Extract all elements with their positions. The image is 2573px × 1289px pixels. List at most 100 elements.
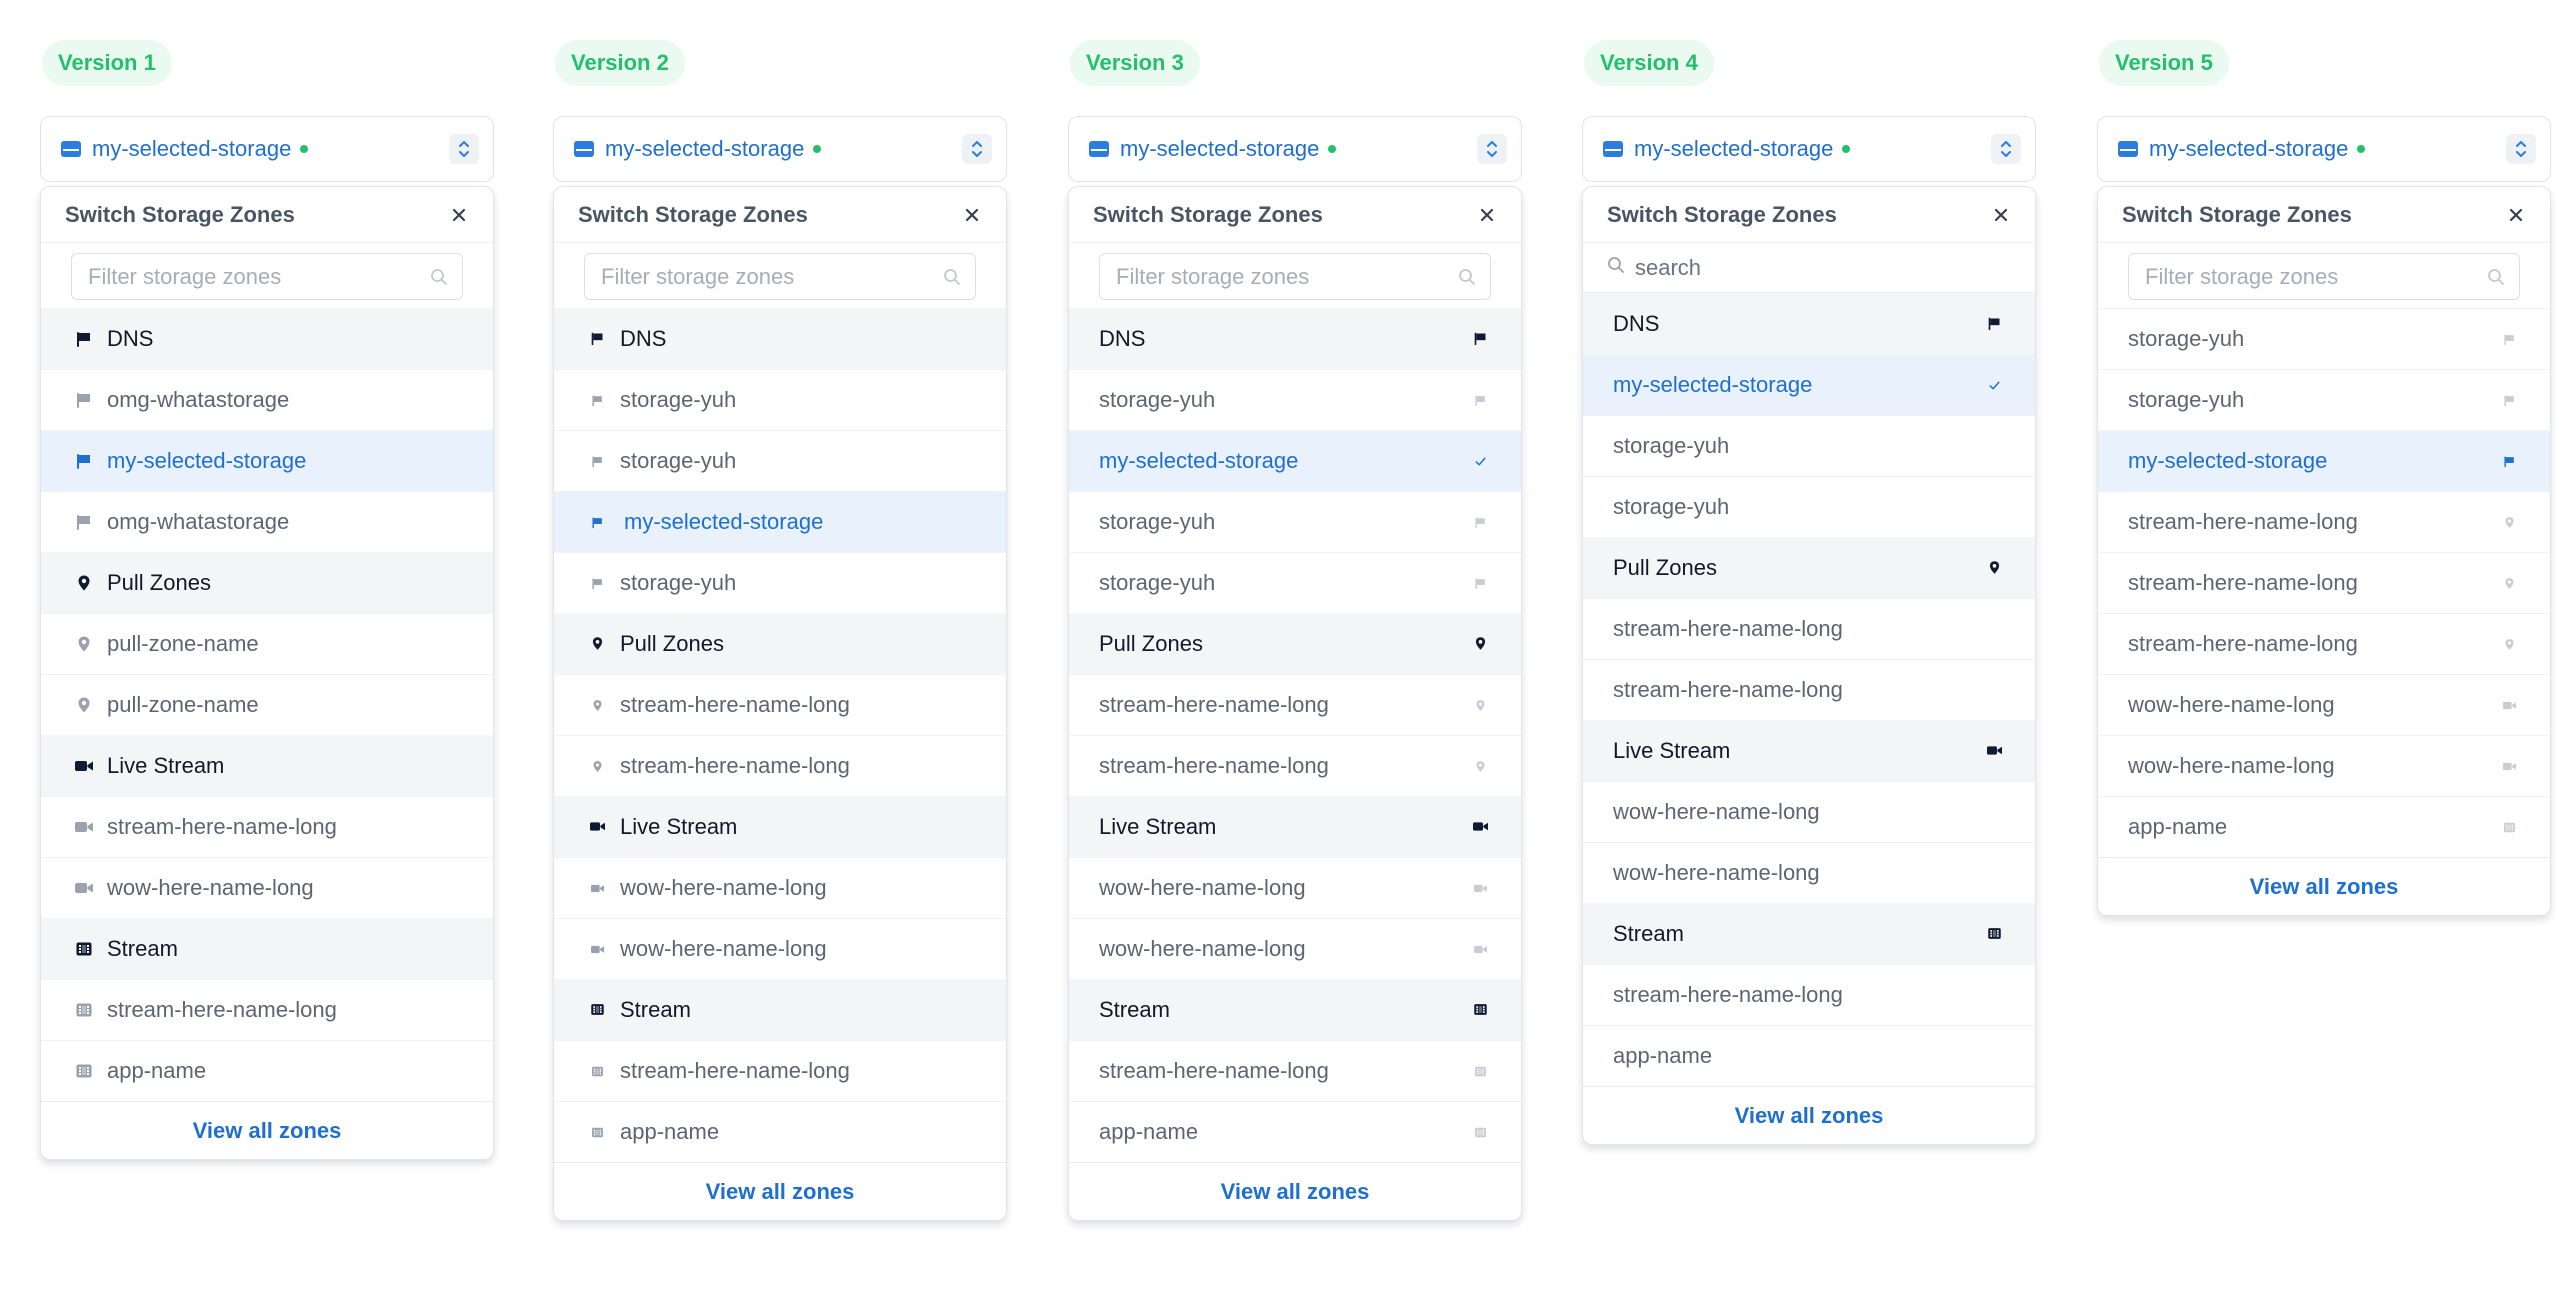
zone-item[interactable]: stream-here-name-long	[1583, 598, 2035, 659]
zone-item[interactable]: stream-here-name-long	[554, 735, 1006, 796]
zone-label: Stream	[1613, 920, 1684, 946]
zone-item[interactable]: wow-here-name-long	[554, 857, 1006, 918]
filter-search-field[interactable]	[2128, 253, 2520, 300]
zone-item[interactable]: stream-here-name-long	[41, 979, 493, 1040]
zone-item[interactable]: app-name	[2098, 796, 2550, 857]
storage-zone-selector[interactable]: my-selected-storage	[553, 116, 1007, 182]
zone-item[interactable]: pull-zone-name	[41, 613, 493, 674]
zone-group-header: Pull Zones	[41, 552, 493, 613]
zone-label: wow-here-name-long	[1099, 936, 1306, 961]
filter-input[interactable]	[88, 263, 446, 290]
zone-item[interactable]: app-name	[554, 1101, 1006, 1162]
zone-item-selected[interactable]: my-selected-storage	[41, 430, 493, 491]
zone-item[interactable]: storage-yuh	[1069, 491, 1521, 552]
zone-item[interactable]: app-name	[1583, 1025, 2035, 1086]
view-all-zones-link[interactable]: View all zones	[41, 1101, 493, 1159]
zone-item[interactable]: stream-here-name-long	[2098, 552, 2550, 613]
zone-group-header: Pull Zones	[554, 613, 1006, 674]
film-icon	[1469, 1002, 1491, 1017]
zone-item[interactable]: stream-here-name-long	[554, 674, 1006, 735]
filter-input[interactable]	[2145, 263, 2503, 290]
zone-item[interactable]: wow-here-name-long	[2098, 674, 2550, 735]
zone-item[interactable]: wow-here-name-long	[1069, 857, 1521, 918]
zone-item[interactable]: wow-here-name-long	[41, 857, 493, 918]
view-all-zones-link[interactable]: View all zones	[554, 1162, 1006, 1220]
storage-zone-selector[interactable]: my-selected-storage	[2097, 116, 2551, 182]
storage-zone-selector[interactable]: my-selected-storage	[1582, 116, 2036, 182]
chevron-up-down-icon[interactable]	[2506, 134, 2536, 164]
zone-item[interactable]: wow-here-name-long	[1583, 781, 2035, 842]
zone-item[interactable]: stream-here-name-long	[1583, 964, 2035, 1025]
zone-item[interactable]: app-name	[1069, 1101, 1521, 1162]
zone-item[interactable]: storage-yuh	[1583, 415, 2035, 476]
filter-search-field[interactable]	[71, 253, 463, 300]
filter-search-field[interactable]	[1099, 253, 1491, 300]
zone-item[interactable]: wow-here-name-long	[2098, 735, 2550, 796]
zone-item-selected[interactable]: my-selected-storage	[2098, 430, 2550, 491]
view-all-zones-link[interactable]: View all zones	[1583, 1086, 2035, 1144]
filter-input[interactable]	[601, 263, 959, 290]
video-camera-icon	[586, 819, 608, 834]
zone-item[interactable]: storage-yuh	[1069, 552, 1521, 613]
zone-item[interactable]: pull-zone-name	[41, 674, 493, 735]
storage-icon	[1603, 141, 1623, 157]
storage-zone-dropdown: Switch Storage Zones DNS omg-whatastorage…	[40, 186, 494, 1160]
zone-item[interactable]: omg-whatastorage	[41, 491, 493, 552]
zone-item-selected[interactable]: my-selected-storage	[554, 491, 1006, 552]
zone-item[interactable]: storage-yuh	[554, 430, 1006, 491]
zone-label: app-name	[1099, 1119, 1199, 1144]
zone-label: omg-whatastorage	[107, 509, 290, 534]
chevron-up-down-icon[interactable]	[1477, 134, 1507, 164]
zone-item[interactable]: stream-here-name-long	[2098, 613, 2550, 674]
zone-item[interactable]: wow-here-name-long	[1583, 842, 2035, 903]
zone-item[interactable]: stream-here-name-long	[554, 1040, 1006, 1101]
close-icon[interactable]	[1477, 205, 1497, 225]
zone-item[interactable]: wow-here-name-long	[554, 918, 1006, 979]
zone-item[interactable]: storage-yuh	[554, 552, 1006, 613]
film-icon	[586, 1065, 608, 1078]
film-icon	[1469, 1065, 1491, 1078]
zone-item[interactable]: stream-here-name-long	[2098, 491, 2550, 552]
zone-item[interactable]: stream-here-name-long	[1069, 735, 1521, 796]
close-icon[interactable]	[449, 205, 469, 225]
close-icon[interactable]	[1991, 205, 2011, 225]
view-all-zones-link[interactable]: View all zones	[1069, 1162, 1521, 1220]
filter-search-field[interactable]	[584, 253, 976, 300]
online-status-dot	[813, 145, 822, 153]
zone-item[interactable]: omg-whatastorage	[41, 369, 493, 430]
zone-item[interactable]: storage-yuh	[2098, 369, 2550, 430]
map-pin-icon	[1469, 699, 1491, 712]
zone-item-selected[interactable]: my-selected-storage	[1069, 430, 1521, 491]
zone-item[interactable]: storage-yuh	[1069, 369, 1521, 430]
online-status-dot	[1328, 145, 1337, 153]
zone-item[interactable]: app-name	[41, 1040, 493, 1101]
zone-item-selected[interactable]: my-selected-storage	[1583, 354, 2035, 415]
zone-label: wow-here-name-long	[2128, 692, 2335, 717]
close-icon[interactable]	[2506, 205, 2526, 225]
dropdown-header: Switch Storage Zones	[554, 187, 1006, 243]
zone-item[interactable]: storage-yuh	[1583, 476, 2035, 537]
chevron-up-down-icon[interactable]	[1991, 134, 2021, 164]
video-camera-icon	[73, 818, 95, 836]
chevron-up-down-icon[interactable]	[449, 134, 479, 164]
search-field[interactable]	[1583, 243, 2035, 293]
zone-item[interactable]: stream-here-name-long	[41, 796, 493, 857]
view-all-zones-link[interactable]: View all zones	[2098, 857, 2550, 915]
zone-item[interactable]: storage-yuh	[554, 369, 1006, 430]
version-badge: Version 2	[555, 40, 685, 86]
chevron-up-down-icon[interactable]	[962, 134, 992, 164]
zone-item[interactable]: wow-here-name-long	[1069, 918, 1521, 979]
search-input[interactable]	[1635, 254, 2011, 281]
zone-label: stream-here-name-long	[2128, 631, 2358, 656]
storage-zone-selector[interactable]: my-selected-storage	[40, 116, 494, 182]
zone-label: app-name	[107, 1058, 207, 1083]
zone-item[interactable]: stream-here-name-long	[1069, 674, 1521, 735]
zone-item[interactable]: stream-here-name-long	[1583, 659, 2035, 720]
flag-icon	[586, 394, 608, 407]
storage-zone-selector[interactable]: my-selected-storage	[1068, 116, 1522, 182]
zone-label: Live Stream	[107, 752, 225, 778]
zone-item[interactable]: stream-here-name-long	[1069, 1040, 1521, 1101]
zone-item[interactable]: storage-yuh	[2098, 308, 2550, 369]
filter-input[interactable]	[1116, 263, 1474, 290]
close-icon[interactable]	[962, 205, 982, 225]
